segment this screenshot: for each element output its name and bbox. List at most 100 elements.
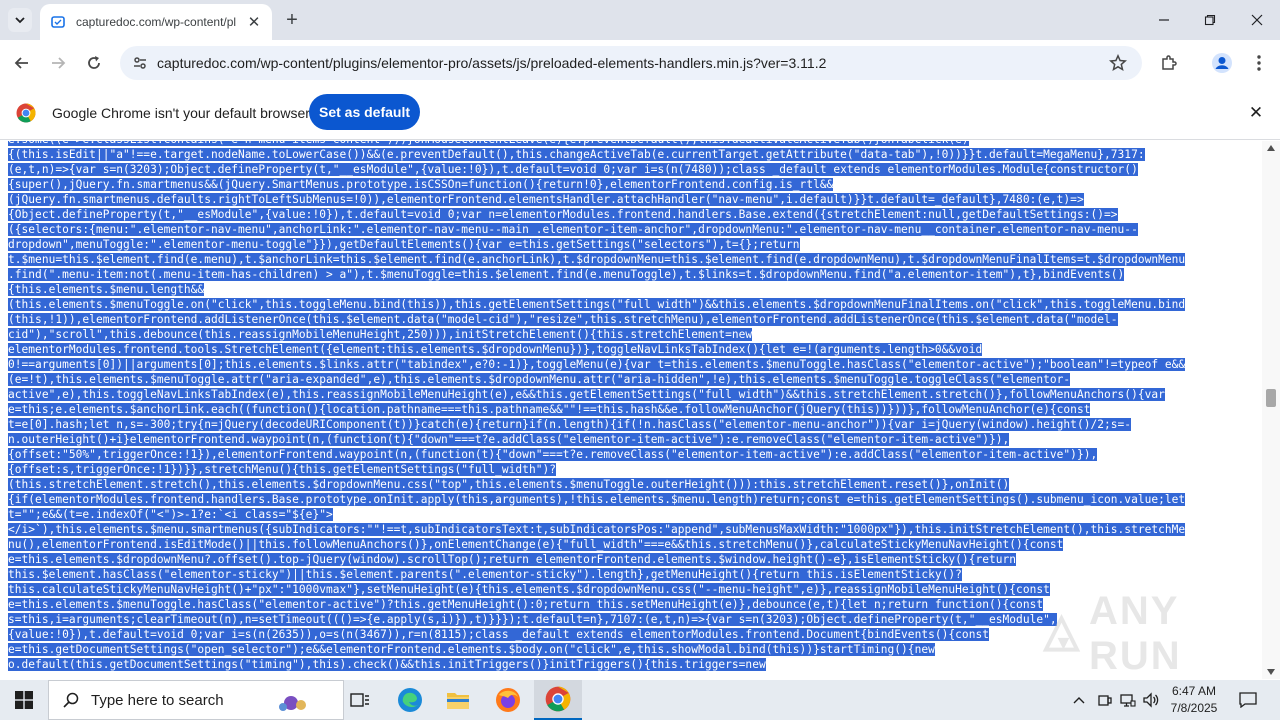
code-line: {super(),jQuery.fn.smartmenus&&(jQuery.S…: [0, 177, 1262, 192]
extensions-button[interactable]: [1155, 49, 1183, 77]
profile-button[interactable]: [1208, 49, 1236, 77]
selected-code-text: e=this.getDocumentSettings("open_selecto…: [8, 643, 935, 656]
bookmark-star-icon[interactable]: [1108, 53, 1128, 73]
taskbar-file-explorer[interactable]: [434, 680, 482, 720]
code-line: (this.elements.$menuToggle.on("click",th…: [0, 297, 1262, 312]
avatar-icon: [1212, 53, 1232, 73]
tray-device-icon[interactable]: [1094, 680, 1116, 720]
set-as-default-button[interactable]: Set as default: [309, 94, 420, 130]
code-line: t.$menu=this.$element.find(e.menu),t.$an…: [0, 252, 1262, 267]
code-line: cid"),"scroll",this.debounce(this.reassi…: [0, 327, 1262, 342]
code-line: n.outerHeight()+i}elementorFrontend.wayp…: [0, 432, 1262, 447]
scroll-down-arrow[interactable]: [1267, 669, 1275, 675]
chrome-logo-icon: [16, 103, 36, 123]
selected-code-text: t.$menu=this.$element.find(e.menu),t.$an…: [8, 253, 1186, 266]
selected-code-text: n.outerHeight()+i}elementorFrontend.wayp…: [8, 433, 1010, 446]
network-icon[interactable]: [1117, 680, 1139, 720]
selected-code-text: ({selectors:{menu:".elementor-nav-menu",…: [8, 223, 1138, 236]
selected-code-text: {this.elements.$menu.length&&: [8, 283, 205, 296]
taskbar-clock[interactable]: 6:47 AM 7/8/2025: [1158, 683, 1230, 717]
restore-button[interactable]: [1187, 0, 1233, 40]
selected-code-text: (e=!t),this.elements.$menuToggle.attr("a…: [8, 373, 1071, 386]
selected-code-text: e.some((e=>e.classList.contains("e-n-men…: [8, 141, 969, 146]
code-line: {offset:s,triggerOnce:!1})}},stretchMenu…: [0, 462, 1262, 477]
code-line: t="";e&&(t=e.indexOf("<")>-1?e:`<i class…: [0, 507, 1262, 522]
code-line: t=e[0].hash;let n,s=-300;try{n=jQuery(de…: [0, 417, 1262, 432]
arrow-left-icon: [14, 57, 28, 69]
clock-date: 7/8/2025: [1170, 701, 1218, 715]
code-line: {value:!0}),t.default=void 0;var i=s(n(2…: [0, 627, 1262, 642]
new-tab-button[interactable]: +: [280, 8, 304, 32]
back-button[interactable]: [8, 49, 36, 77]
minimize-button[interactable]: [1141, 0, 1187, 40]
code-line: e=this.elements.$dropdownMenu?.offset().…: [0, 552, 1262, 567]
notification-icon: [1239, 692, 1257, 708]
tab-strip: capturedoc.com/wp-content/pl ✕ +: [0, 0, 1280, 40]
taskbar-firefox[interactable]: [484, 680, 532, 720]
search-highlight-icon: [279, 696, 306, 711]
show-hidden-icons-button[interactable]: [1068, 680, 1090, 720]
selected-code-text: </i>`),this.elements.$menu.smartmenus({s…: [8, 523, 1186, 536]
selected-code-text: e=this.elements.$menuToggle.hasClass("el…: [8, 598, 1044, 611]
minimize-icon: [1159, 19, 1169, 21]
address-bar[interactable]: capturedoc.com/wp-content/plugins/elemen…: [120, 46, 1142, 80]
windows-logo-icon: [15, 691, 33, 709]
reload-button[interactable]: [80, 49, 108, 77]
tab-close-icon[interactable]: ✕: [244, 12, 264, 32]
kebab-menu-icon: [1257, 55, 1261, 71]
selected-code-text: (jQuery.fn.smartmenus.defaults.rightToLe…: [8, 193, 1084, 206]
chrome-icon: [545, 686, 571, 712]
browser-toolbar: capturedoc.com/wp-content/plugins/elemen…: [0, 40, 1280, 86]
code-line: {Object.defineProperty(t,"__esModule",{v…: [0, 207, 1262, 222]
code-line: s=this,i=arguments;clearTimeout(n),n=set…: [0, 612, 1262, 627]
selected-code-text: {offset:"50%",triggerOnce:!1}),elementor…: [8, 448, 1098, 461]
task-view-icon: [350, 693, 369, 707]
infobar-message: Google Chrome isn't your default browser: [52, 105, 310, 121]
taskbar-search-placeholder: Type here to search: [91, 691, 224, 709]
notifications-button[interactable]: [1234, 680, 1262, 720]
code-line: {(this.isEdit||"a"!==e.target.nodeName.t…: [0, 147, 1262, 162]
site-favicon-icon: [50, 14, 66, 30]
code-line: {offset:"50%",triggerOnce:!1}),elementor…: [0, 447, 1262, 462]
selected-code-text: o.default(this.getDocumentSettings("timi…: [8, 658, 766, 671]
edge-icon: [398, 688, 422, 712]
code-line: {if(elementorModules.frontend.handlers.B…: [0, 492, 1262, 507]
forward-button[interactable]: [44, 49, 72, 77]
site-info-icon[interactable]: [124, 46, 156, 80]
taskbar-chrome[interactable]: [534, 680, 582, 720]
tab-search-button[interactable]: [8, 8, 32, 32]
infobar-close-icon[interactable]: ✕: [1246, 103, 1266, 123]
selected-code-text: {Object.defineProperty(t,"__esModule",{v…: [8, 208, 1118, 221]
task-view-button[interactable]: [336, 680, 384, 720]
restore-icon: [1204, 14, 1216, 26]
default-browser-infobar: Google Chrome isn't your default browser…: [0, 86, 1280, 140]
code-line: this.$element.hasClass("elementor-sticky…: [0, 567, 1262, 582]
menu-button[interactable]: [1245, 49, 1273, 77]
close-window-button[interactable]: [1234, 0, 1280, 40]
start-button[interactable]: [0, 680, 48, 720]
taskbar-edge[interactable]: [386, 680, 434, 720]
scrollbar-thumb[interactable]: [1266, 389, 1276, 407]
taskbar-search-box[interactable]: Type here to search: [48, 680, 344, 720]
tab-active[interactable]: capturedoc.com/wp-content/pl ✕: [40, 4, 272, 40]
code-line: (jQuery.fn.smartmenus.defaults.rightToLe…: [0, 192, 1262, 207]
code-line: e=this.elements.$menuToggle.hasClass("el…: [0, 597, 1262, 612]
scroll-up-arrow[interactable]: [1267, 145, 1275, 151]
vertical-scrollbar[interactable]: [1262, 141, 1280, 679]
code-line: (this.stretchElement.stretch(),this.elem…: [0, 477, 1262, 492]
firefox-icon: [496, 688, 520, 712]
url-text: capturedoc.com/wp-content/plugins/elemen…: [157, 55, 827, 71]
clock-time: 6:47 AM: [1171, 684, 1217, 698]
code-line: .find(".menu-item:not(.menu-item-has-chi…: [0, 267, 1262, 282]
selected-code-text: e=this.elements.$dropdownMenu?.offset().…: [8, 553, 1017, 566]
code-line: dropdown",menuToggle:".elementor-menu-to…: [0, 237, 1262, 252]
selected-code-text: (this.elements.$menuToggle.on("click",th…: [8, 298, 1186, 311]
selected-code-text: {(this.isEdit||"a"!==e.target.nodeName.t…: [8, 148, 1145, 161]
selected-code-text: {offset:s,triggerOnce:!1})}},stretchMenu…: [8, 463, 557, 476]
selected-code-text: elementorModules.frontend.tools.StretchE…: [8, 343, 983, 356]
selected-code-text: dropdown",menuToggle:".elementor-menu-to…: [8, 238, 800, 251]
selected-code-text: (e,t,n)=>{var s=n(3203);Object.definePro…: [8, 163, 1138, 176]
windows-taskbar: Type here to search 6:47 AM 7/8/2025: [0, 680, 1280, 720]
selected-code-text: this.calculateStickyMenuNavHeight()+"px"…: [8, 583, 1050, 596]
code-line: this.calculateStickyMenuNavHeight()+"px"…: [0, 582, 1262, 597]
